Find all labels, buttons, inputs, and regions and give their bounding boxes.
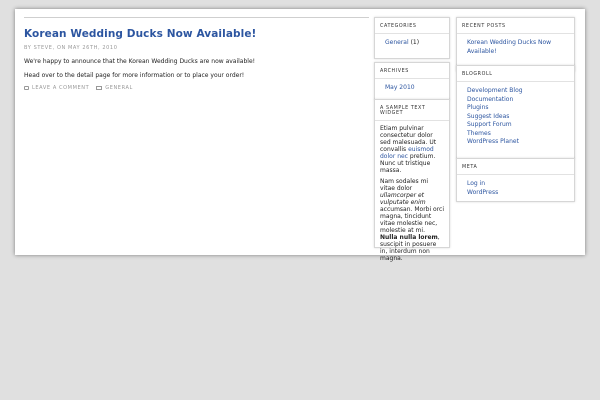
post-title[interactable]: Korean Wedding Ducks Now Available! bbox=[24, 28, 369, 40]
list-item: Development Blog bbox=[467, 87, 569, 96]
archives-widget: Archives May 2010 bbox=[374, 62, 450, 100]
blogroll-link-wordpress-planet[interactable]: WordPress Planet bbox=[467, 138, 519, 145]
text-widget-paragraph-1: Etiam pulvinar consectetur dolor sed mal… bbox=[380, 125, 444, 174]
text-widget-title: A Sample Text Widget bbox=[375, 100, 449, 121]
post-paragraph-2: Head over to the detail page for more in… bbox=[24, 72, 245, 79]
meta-widget: Meta Log in WordPress bbox=[456, 158, 575, 202]
comment-icon bbox=[24, 86, 29, 90]
text-widget: A Sample Text Widget Etiam pulvinar cons… bbox=[374, 99, 450, 262]
text-fragment: Nam sodales mi vitae dolor bbox=[380, 178, 429, 192]
blogroll-link-development-blog[interactable]: Development Blog bbox=[467, 87, 523, 94]
list-item: Themes bbox=[467, 130, 569, 139]
meta-widget-title: Meta bbox=[457, 159, 574, 175]
meta-list: Log in WordPress bbox=[457, 178, 574, 197]
text-strong: Nulla nulla lorem bbox=[380, 234, 438, 241]
list-item: Plugins bbox=[467, 104, 569, 113]
blogroll-link-themes[interactable]: Themes bbox=[467, 130, 491, 137]
blogroll-link-plugins[interactable]: Plugins bbox=[467, 104, 489, 111]
main-content: Korean Wedding Ducks Now Available! By S… bbox=[24, 17, 369, 91]
leave-comment-link[interactable]: Leave a comment bbox=[32, 85, 89, 91]
categories-list: General (1) bbox=[375, 37, 449, 48]
blogroll-list: Development Blog Documentation Plugins S… bbox=[457, 85, 574, 147]
list-item: Documentation bbox=[467, 96, 569, 105]
blogroll-link-support-forum[interactable]: Support Forum bbox=[467, 121, 512, 128]
post-body: We're happy to announce that the Korean … bbox=[24, 58, 369, 80]
folder-icon bbox=[96, 86, 103, 90]
recent-posts-widget: Recent Posts Korean Wedding Ducks Now Av… bbox=[456, 17, 575, 72]
archives-list: May 2010 bbox=[375, 82, 449, 93]
category-count: (1) bbox=[410, 39, 420, 46]
text-emphasis: ullamcorper et vulputate enim bbox=[380, 192, 426, 206]
post-title-link[interactable]: Korean Wedding Ducks Now Available! bbox=[24, 28, 256, 40]
post-footer: Leave a comment General bbox=[24, 85, 369, 91]
text-fragment: accumsan. Morbi orci magna, tincidunt vi… bbox=[380, 206, 445, 234]
archive-item-link[interactable]: May 2010 bbox=[385, 84, 415, 91]
text-widget-paragraph-2: Nam sodales mi vitae dolor ullamcorper e… bbox=[380, 178, 444, 262]
blogroll-widget: Blogroll Development Blog Documentation … bbox=[456, 65, 575, 159]
list-item: Suggest Ideas bbox=[467, 113, 569, 122]
recent-posts-widget-title: Recent Posts bbox=[457, 18, 574, 34]
post-meta: By Steve, on May 26th, 2010 bbox=[24, 45, 118, 51]
blogroll-widget-title: Blogroll bbox=[457, 66, 574, 82]
list-item: WordPress Planet bbox=[467, 138, 569, 147]
list-item: Log in bbox=[467, 180, 569, 189]
recent-posts-list: Korean Wedding Ducks Now Available! bbox=[457, 37, 574, 56]
text-widget-body: Etiam pulvinar consectetur dolor sed mal… bbox=[375, 124, 449, 262]
content-divider bbox=[24, 17, 369, 18]
list-item: Support Forum bbox=[467, 121, 569, 130]
categories-widget-title: Categories bbox=[375, 18, 449, 34]
post-paragraph-1: We're happy to announce that the Korean … bbox=[24, 58, 256, 65]
list-item: WordPress bbox=[467, 189, 569, 198]
categories-widget: Categories General (1) bbox=[374, 17, 450, 59]
list-item: General (1) bbox=[385, 39, 444, 48]
login-link[interactable]: Log in bbox=[467, 180, 485, 187]
recent-post-link[interactable]: Korean Wedding Ducks Now Available! bbox=[467, 39, 551, 55]
category-link[interactable]: General bbox=[105, 85, 133, 91]
list-item: May 2010 bbox=[385, 84, 444, 93]
category-item-link[interactable]: General bbox=[385, 39, 409, 46]
page-container: Korean Wedding Ducks Now Available! By S… bbox=[15, 9, 585, 262]
wordpress-link[interactable]: WordPress bbox=[467, 189, 498, 196]
list-item: Korean Wedding Ducks Now Available! bbox=[467, 39, 569, 56]
blogroll-link-suggest-ideas[interactable]: Suggest Ideas bbox=[467, 113, 509, 120]
archives-widget-title: Archives bbox=[375, 63, 449, 79]
blogroll-link-documentation[interactable]: Documentation bbox=[467, 96, 513, 103]
